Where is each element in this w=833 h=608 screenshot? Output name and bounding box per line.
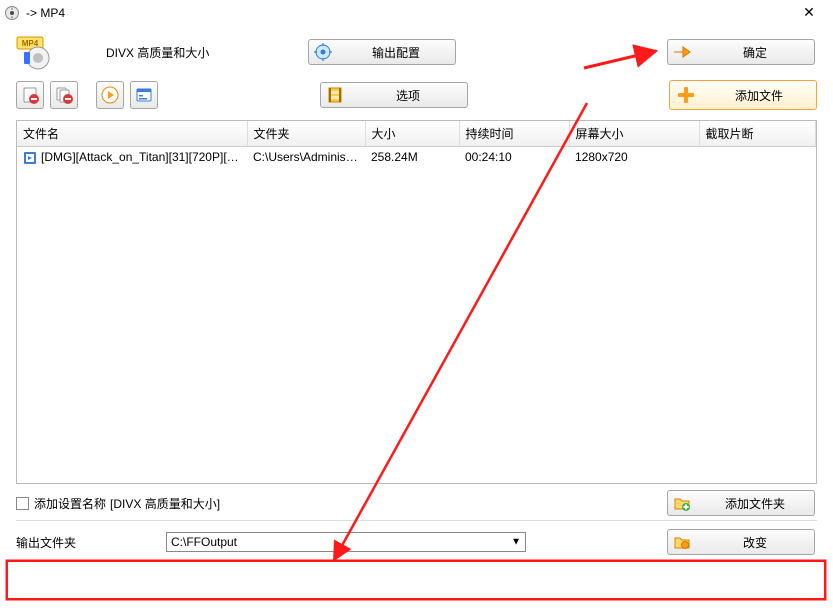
- folder-plus-icon: [668, 491, 696, 515]
- cell-cutclip: [699, 147, 816, 168]
- title-bar: -> MP4 ✕: [0, 0, 833, 26]
- preset-bracket-text: [DIVX 高质量和大小]: [110, 495, 220, 512]
- window-title: -> MP4: [26, 6, 65, 20]
- cell-duration: 00:24:10: [459, 147, 569, 168]
- info-button[interactable]: [130, 81, 158, 109]
- file-table: 文件名 文件夹 大小 持续时间 屏幕大小 截取片断 [DMG][Att: [16, 120, 817, 484]
- folder-open-icon: [668, 530, 696, 554]
- col-cutclip[interactable]: 截取片断: [699, 121, 816, 147]
- format-icon: MP4: [16, 34, 56, 70]
- add-folder-label: 添加文件夹: [696, 495, 814, 512]
- col-folder[interactable]: 文件夹: [247, 121, 365, 147]
- app-icon: [4, 5, 20, 21]
- preset-name: DIVX 高质量和大小: [106, 44, 266, 61]
- plus-icon: [670, 81, 702, 109]
- ok-button[interactable]: 确定: [667, 39, 815, 65]
- col-duration[interactable]: 持续时间: [459, 121, 569, 147]
- footer-row-1: 添加设置名称 [DIVX 高质量和大小] 添加文件夹: [0, 484, 833, 518]
- output-config-label: 输出配置: [337, 44, 455, 61]
- add-preset-label: 添加设置名称: [34, 495, 106, 512]
- add-preset-checkbox[interactable]: [16, 497, 29, 510]
- top-row: MP4 DIVX 高质量和大小 输出配置: [0, 26, 833, 74]
- divider: [16, 520, 817, 521]
- col-screensize[interactable]: 屏幕大小: [569, 121, 699, 147]
- video-file-icon: [23, 151, 37, 165]
- cell-size: 258.24M: [365, 147, 459, 168]
- output-folder-dropdown[interactable]: C:\FFOutput ▼: [166, 532, 526, 552]
- close-button[interactable]: ✕: [789, 0, 829, 26]
- ok-label: 确定: [696, 44, 814, 61]
- options-label: 选项: [349, 87, 467, 104]
- footer-row-2: 输出文件夹 C:\FFOutput ▼ 改变: [0, 523, 833, 563]
- table-header-row: 文件名 文件夹 大小 持续时间 屏幕大小 截取片断: [17, 121, 816, 147]
- second-row: 选项 添加文件: [0, 74, 833, 118]
- add-file-label: 添加文件: [702, 87, 816, 104]
- remove-button[interactable]: [16, 81, 44, 109]
- table-row[interactable]: [DMG][Attack_on_Titan][31][720P][GB].mp4…: [17, 147, 816, 168]
- output-folder-value: C:\FFOutput: [171, 535, 237, 549]
- col-size[interactable]: 大小: [365, 121, 459, 147]
- change-button[interactable]: 改变: [667, 529, 815, 555]
- chevron-down-icon: ▼: [511, 537, 521, 548]
- arrow-right-icon: [668, 40, 696, 64]
- filmstrip-icon: [321, 83, 349, 107]
- change-label: 改变: [696, 534, 814, 551]
- cell-folder: C:\Users\Administr...: [247, 147, 365, 168]
- output-config-button[interactable]: 输出配置: [308, 39, 456, 65]
- col-filename[interactable]: 文件名: [17, 121, 247, 147]
- output-folder-label: 输出文件夹: [16, 534, 166, 551]
- options-button[interactable]: 选项: [320, 82, 468, 108]
- clear-button[interactable]: [50, 81, 78, 109]
- gear-icon: [309, 40, 337, 64]
- cell-filename: [DMG][Attack_on_Titan][31][720P][GB].mp4: [41, 150, 247, 164]
- cell-screensize: 1280x720: [569, 147, 699, 168]
- highlight-output-folder: [6, 560, 826, 600]
- add-file-button[interactable]: 添加文件: [669, 80, 817, 110]
- add-folder-button[interactable]: 添加文件夹: [667, 490, 815, 516]
- play-button[interactable]: [96, 81, 124, 109]
